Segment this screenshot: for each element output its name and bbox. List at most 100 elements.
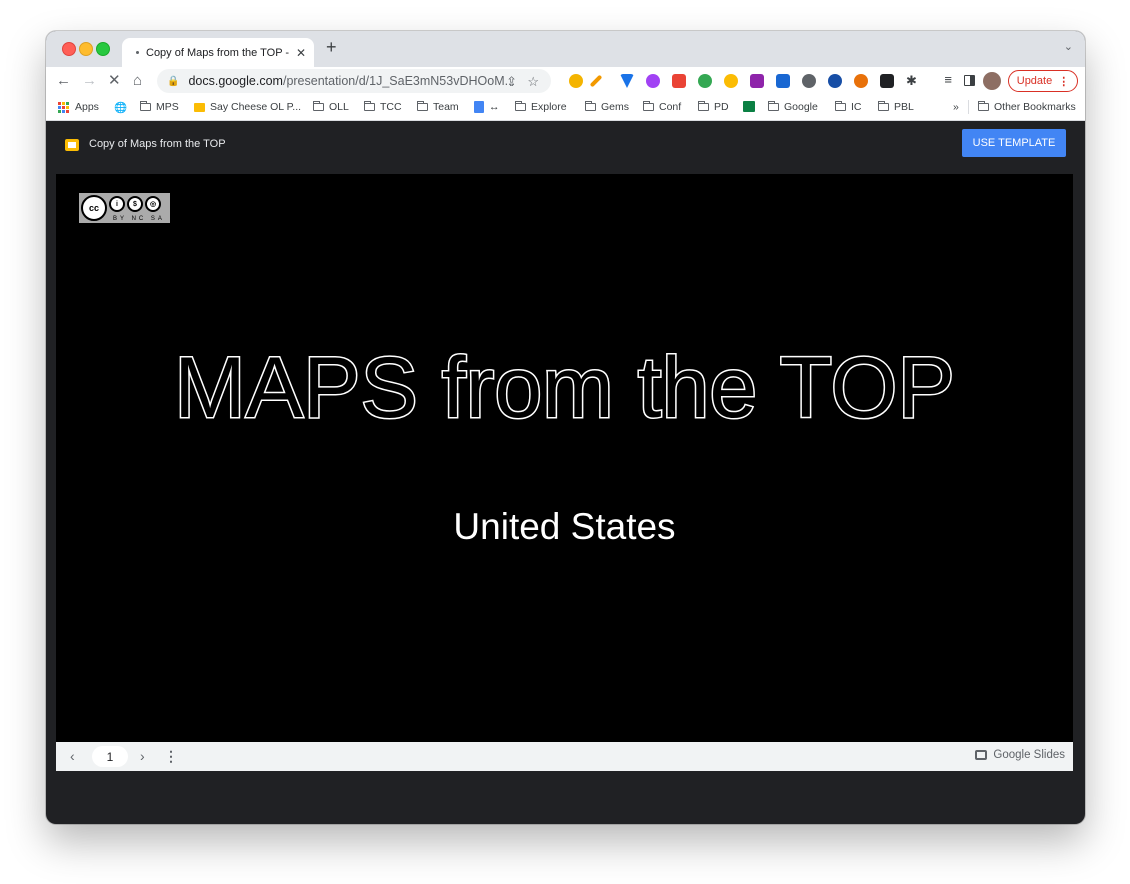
- google-slides-label: Google Slides: [993, 749, 1065, 761]
- slide-canvas[interactable]: cc i $ ◎ BY NC SA MAPS from the TOP Unit…: [56, 174, 1073, 742]
- home-icon[interactable]: ⌂: [133, 71, 142, 91]
- docs-icon: [474, 101, 484, 113]
- folder-icon: [835, 101, 846, 111]
- extension-red-icon[interactable]: [672, 74, 686, 88]
- apps-grid-icon: [58, 101, 69, 113]
- tab-loading-icon: [136, 51, 139, 54]
- folder-icon: [140, 101, 151, 111]
- bookmark-star-icon[interactable]: ☆: [527, 74, 539, 90]
- bookmark-folder-conf[interactable]: Conf: [643, 101, 681, 113]
- bookmark-docs-link[interactable]: ↔: [474, 101, 500, 113]
- bookmark-folder-google[interactable]: Google: [768, 101, 818, 113]
- update-button[interactable]: Update ⋮: [1008, 70, 1078, 92]
- bookmark-other-bookmarks[interactable]: Other Bookmarks: [978, 101, 1076, 113]
- minimize-window-button[interactable]: [79, 42, 93, 56]
- folder-icon: [585, 101, 596, 111]
- back-icon[interactable]: ←: [56, 71, 71, 91]
- close-window-button[interactable]: [62, 42, 76, 56]
- url-path: /presentation/d/1J_SaE3mN53vDHOoM...: [282, 74, 516, 88]
- new-tab-button[interactable]: +: [326, 37, 337, 58]
- bookmarks-overflow-button[interactable]: »: [953, 101, 959, 113]
- extension-green-icon[interactable]: [698, 74, 712, 88]
- share-icon[interactable]: ⇪: [506, 74, 517, 90]
- slide-subtitle: United States: [453, 506, 676, 547]
- extension-purple-icon[interactable]: [646, 74, 660, 88]
- folder-icon: [878, 101, 889, 111]
- cc-icon: cc: [81, 195, 107, 221]
- slides-file-icon: [65, 139, 79, 151]
- extension-u-icon[interactable]: [776, 74, 790, 88]
- cc-license-badge: cc i $ ◎ BY NC SA: [78, 192, 171, 224]
- stop-icon[interactable]: ✕: [108, 71, 121, 91]
- slide-title: MAPS from the TOP: [56, 339, 1073, 438]
- globe-icon[interactable]: 🌐: [114, 101, 127, 114]
- slides-icon: [194, 102, 205, 112]
- tab-title: Copy of Maps from the TOP - G: [146, 46, 290, 59]
- folder-icon: [698, 101, 709, 111]
- extension-v-icon[interactable]: [620, 74, 634, 88]
- update-label: Update: [1016, 75, 1053, 87]
- folder-icon: [515, 101, 526, 111]
- url-host: docs.google.com: [188, 74, 283, 88]
- bookmark-say-cheese[interactable]: Say Cheese OL P...: [194, 101, 301, 113]
- bookmark-folder-ic[interactable]: IC: [835, 101, 862, 113]
- presentation-controls: ‹ 1 › ⋮ Google Slides: [56, 742, 1073, 771]
- extension-pen-icon[interactable]: [589, 74, 603, 88]
- use-template-button[interactable]: USE TEMPLATE: [962, 129, 1066, 157]
- bookmark-folder-pbl[interactable]: PBL: [878, 101, 914, 113]
- next-slide-icon[interactable]: ›: [140, 748, 145, 764]
- bookmark-folder-oll[interactable]: OLL: [313, 101, 349, 113]
- bookmark-folder-gems[interactable]: Gems: [585, 101, 629, 113]
- extension-party-icon[interactable]: [569, 74, 583, 88]
- bookmark-folder-explore[interactable]: Explore: [515, 101, 567, 113]
- address-bar[interactable]: 🔒 docs.google.com /presentation/d/1J_SaE…: [157, 69, 551, 93]
- folder-icon: [417, 101, 428, 111]
- bookmark-folder-mps[interactable]: MPS: [140, 101, 179, 113]
- extension-dark-icon[interactable]: [880, 74, 894, 88]
- edge-icon: [743, 101, 755, 112]
- bookmark-folder-tcc[interactable]: TCC: [364, 101, 402, 113]
- extensions-puzzle-icon[interactable]: ✱: [906, 71, 917, 91]
- extension-c-icon[interactable]: [828, 74, 842, 88]
- bookmark-edge-icon[interactable]: [743, 101, 755, 112]
- bookmarks-bar: Apps 🌐 MPS Say Cheese OL P... OLL TCC Te…: [46, 95, 1085, 121]
- bookmark-apps[interactable]: Apps: [58, 101, 99, 113]
- google-slides-brand[interactable]: Google Slides: [975, 749, 1065, 761]
- browser-toolbar: ← → ✕ ⌂ 🔒 docs.google.com /presentation/…: [46, 67, 1085, 95]
- tab-close-icon[interactable]: ✕: [296, 46, 306, 60]
- by-icon: i: [109, 196, 125, 212]
- doc-title: Copy of Maps from the TOP: [89, 138, 226, 150]
- bookmark-folder-pd[interactable]: PD: [698, 101, 729, 113]
- folder-icon: [768, 101, 779, 111]
- bookmark-folder-team[interactable]: Team: [417, 101, 459, 113]
- forward-icon[interactable]: →: [82, 71, 97, 91]
- slides-header: Copy of Maps from the TOP USE TEMPLATE: [46, 121, 1085, 174]
- browser-window: Copy of Maps from the TOP - G ✕ + ⌄ ← → …: [46, 31, 1085, 824]
- cc-license-text: BY NC SA: [113, 216, 165, 222]
- menu-dots-icon: ⋮: [1058, 75, 1070, 88]
- extension-drop-icon[interactable]: [854, 74, 868, 88]
- tab-search-icon[interactable]: ⌄: [1064, 40, 1073, 53]
- previous-slide-icon[interactable]: ‹: [70, 748, 75, 764]
- extension-puzzle-color-icon[interactable]: [750, 74, 764, 88]
- side-panel-icon[interactable]: [964, 75, 975, 86]
- lock-icon: 🔒: [167, 75, 180, 87]
- maximize-window-button[interactable]: [96, 42, 110, 56]
- folder-icon: [643, 101, 654, 111]
- bookmark-apps-label: Apps: [75, 101, 99, 113]
- extension-smile-icon[interactable]: [724, 74, 738, 88]
- page-number[interactable]: 1: [92, 746, 128, 767]
- slide-title-text: MAPS from the TOP: [173, 339, 957, 438]
- tab-strip: Copy of Maps from the TOP - G ✕ + ⌄: [46, 31, 1085, 67]
- folder-icon: [364, 101, 375, 111]
- reading-list-icon[interactable]: ≡: [944, 72, 952, 87]
- folder-icon: [978, 101, 989, 111]
- avatar[interactable]: [983, 72, 1001, 90]
- bookmarks-divider: [968, 100, 969, 114]
- more-options-icon[interactable]: ⋮: [164, 748, 178, 765]
- folder-icon: [313, 101, 324, 111]
- extension-gear-icon[interactable]: [802, 74, 816, 88]
- sa-icon: ◎: [145, 196, 161, 212]
- nc-icon: $: [127, 196, 143, 212]
- tab-active[interactable]: Copy of Maps from the TOP - G ✕: [122, 38, 314, 67]
